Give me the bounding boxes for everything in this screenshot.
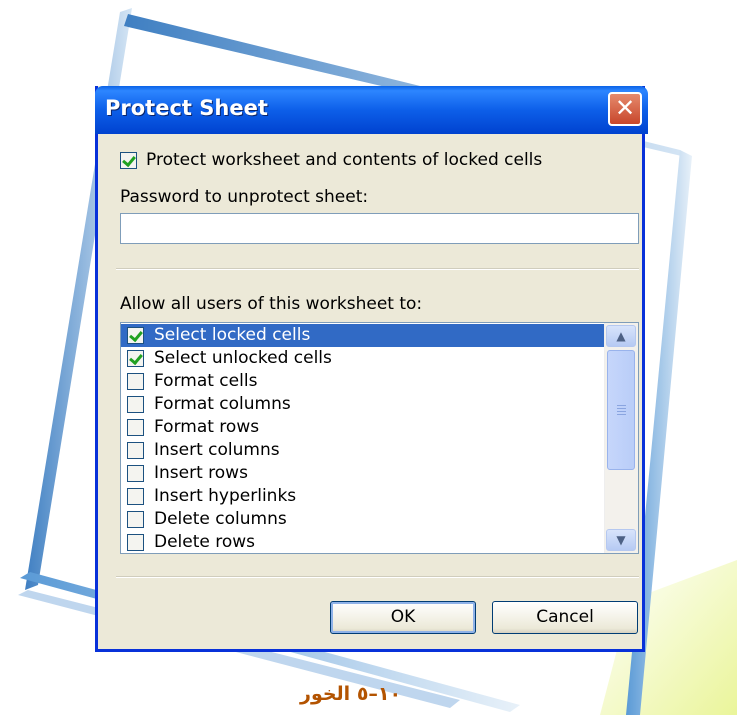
- permission-checkbox[interactable]: [127, 488, 144, 505]
- chevron-down-icon: ▼: [616, 533, 626, 547]
- list-item[interactable]: Delete rows: [121, 531, 605, 554]
- list-item[interactable]: Insert hyperlinks: [121, 485, 605, 508]
- figure-caption: ١٠–٥ الخور: [300, 683, 402, 705]
- list-item[interactable]: Format rows: [121, 416, 605, 439]
- permission-label: Format columns: [154, 394, 291, 414]
- permission-checkbox[interactable]: [127, 350, 144, 367]
- list-item[interactable]: Insert columns: [121, 439, 605, 462]
- scroll-up-button[interactable]: ▲: [606, 325, 636, 347]
- list-scrollbar[interactable]: ▲ ▼: [604, 323, 638, 553]
- close-icon: ✕: [614, 94, 636, 122]
- permission-label: Select locked cells: [154, 325, 311, 345]
- permission-checkbox[interactable]: [127, 327, 144, 344]
- permission-label: Insert rows: [154, 463, 248, 483]
- title-bar: Protect Sheet ✕: [95, 86, 648, 134]
- permission-checkbox[interactable]: [127, 373, 144, 390]
- list-item[interactable]: Insert rows: [121, 462, 605, 485]
- password-input[interactable]: [120, 213, 639, 244]
- dialog-title: Protect Sheet: [105, 96, 268, 120]
- permission-checkbox[interactable]: [127, 442, 144, 459]
- permission-label: Delete rows: [154, 532, 256, 552]
- permission-label: Format rows: [154, 417, 260, 437]
- list-item[interactable]: Format cells: [121, 370, 605, 393]
- scroll-thumb[interactable]: [607, 350, 635, 470]
- permission-label: Insert hyperlinks: [154, 486, 297, 506]
- permission-checkbox[interactable]: [127, 465, 144, 482]
- close-button[interactable]: ✕: [608, 92, 642, 126]
- permission-checkbox[interactable]: [127, 419, 144, 436]
- permission-label: Format cells: [154, 371, 258, 391]
- permission-label: Select unlocked cells: [154, 348, 332, 368]
- list-item[interactable]: Format columns: [121, 393, 605, 416]
- permissions-list[interactable]: Select locked cells Select unlocked cell…: [120, 322, 639, 554]
- protect-worksheet-checkbox[interactable]: [120, 152, 137, 169]
- permission-checkbox[interactable]: [127, 534, 144, 551]
- permission-label: Delete columns: [154, 509, 287, 529]
- password-label: Password to unprotect sheet:: [120, 187, 369, 207]
- permission-checkbox[interactable]: [127, 511, 144, 528]
- scroll-down-button[interactable]: ▼: [606, 529, 636, 551]
- permission-checkbox[interactable]: [127, 396, 144, 413]
- grip-icon: [617, 405, 626, 406]
- list-item[interactable]: Select unlocked cells: [121, 347, 605, 370]
- ok-button[interactable]: OK: [330, 601, 476, 634]
- list-item[interactable]: Delete columns: [121, 508, 605, 531]
- separator: [116, 576, 639, 578]
- separator: [116, 268, 639, 270]
- protect-sheet-dialog: Protect Sheet ✕ Protect worksheet and co…: [95, 86, 648, 652]
- protect-worksheet-label: Protect worksheet and contents of locked…: [146, 150, 543, 170]
- allow-users-label: Allow all users of this worksheet to:: [120, 294, 423, 314]
- permission-label: Insert columns: [154, 440, 280, 460]
- list-item[interactable]: Select locked cells: [121, 324, 605, 347]
- chevron-up-icon: ▲: [616, 329, 626, 343]
- cancel-button[interactable]: Cancel: [492, 601, 638, 634]
